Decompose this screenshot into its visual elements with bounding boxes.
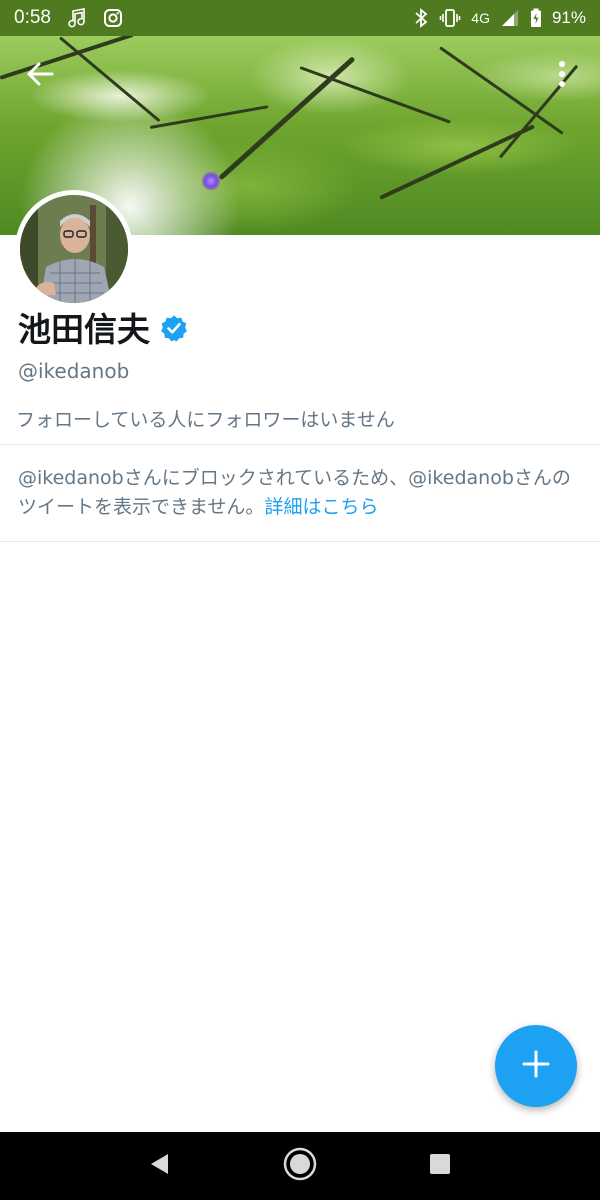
battery-icon	[530, 8, 542, 28]
more-vertical-icon	[558, 60, 566, 92]
bluetooth-icon	[413, 8, 429, 28]
signal-icon	[500, 8, 520, 28]
display-name: 池田信夫	[18, 310, 150, 349]
home-circle-icon	[283, 1147, 317, 1185]
nav-back-button[interactable]	[130, 1136, 190, 1196]
nav-recents-button[interactable]	[410, 1136, 470, 1196]
back-triangle-icon	[148, 1152, 172, 1180]
status-bar: 0:58 4G 91%	[0, 0, 600, 36]
status-time: 0:58	[14, 7, 51, 28]
compose-tweet-button[interactable]	[495, 1025, 577, 1107]
music-note-icon	[67, 8, 87, 28]
divider	[0, 541, 600, 542]
display-name-row: 池田信夫	[18, 310, 188, 350]
arrow-left-icon	[26, 60, 54, 92]
system-navigation-bar	[0, 1132, 600, 1200]
verified-badge-icon	[160, 314, 188, 346]
battery-level: 91%	[551, 8, 586, 27]
network-type: 4G	[471, 10, 490, 26]
followers-note: フォローしている人にフォロワーはいません	[16, 409, 395, 431]
nav-home-button[interactable]	[270, 1136, 330, 1196]
blocked-notice: @ikedanobさんにブロックされているため、@ikedanobさんのツイート…	[18, 464, 584, 522]
divider	[0, 444, 600, 445]
back-button[interactable]	[18, 54, 62, 98]
learn-more-link[interactable]: 詳細はこちら	[264, 496, 378, 518]
recents-square-icon	[428, 1152, 452, 1180]
avatar[interactable]	[15, 190, 133, 308]
lens-flare	[202, 172, 220, 190]
instagram-icon	[103, 8, 123, 28]
plus-icon	[521, 1049, 551, 1083]
user-handle: @ikedanob	[18, 359, 130, 383]
more-options-button[interactable]	[540, 54, 584, 98]
vibrate-icon	[439, 8, 461, 28]
